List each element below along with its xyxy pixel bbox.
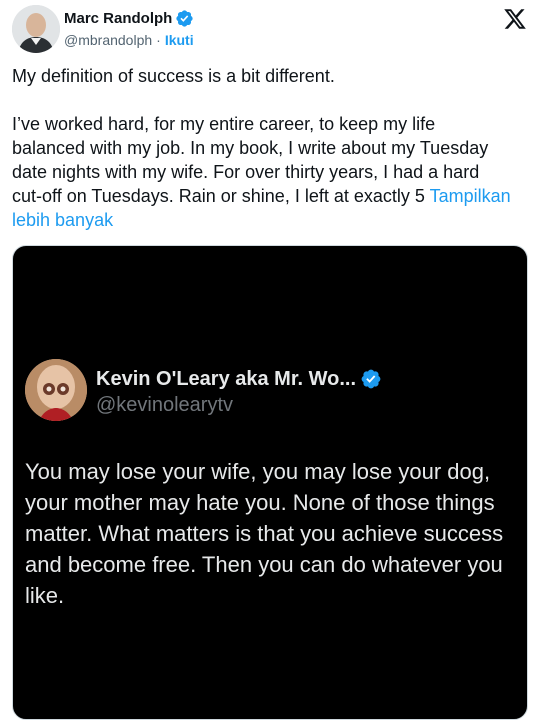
tweet-paragraph-2-text: I’ve worked hard, for my entire career, …: [12, 114, 489, 206]
tweet-paragraph-2: I’ve worked hard, for my entire career, …: [12, 112, 512, 232]
quoted-avatar-image: [25, 359, 87, 421]
author-name[interactable]: Marc Randolph: [64, 10, 172, 28]
separator-dot: ·: [156, 32, 161, 48]
author-avatar[interactable]: [12, 5, 60, 53]
tweet-paragraph-1: My definition of success is a bit differ…: [12, 66, 335, 86]
author-handle[interactable]: @mbrandolph: [64, 31, 152, 49]
quoted-tweet-image[interactable]: Kevin O'Leary aka Mr. Wo... @kevinoleary…: [12, 245, 528, 720]
follow-button[interactable]: Ikuti: [165, 31, 194, 49]
tweet-header: Marc Randolph @mbrandolph · Ikuti: [0, 0, 541, 60]
x-logo-icon[interactable]: [503, 7, 527, 31]
quoted-tweet-text: You may lose your wife, you may lose you…: [25, 459, 504, 608]
verified-badge-icon: [176, 10, 193, 27]
quoted-avatar: [25, 359, 87, 421]
tweet-text: My definition of success is a bit differ…: [12, 64, 512, 232]
quoted-author-name: Kevin O'Leary aka Mr. Wo...: [96, 368, 357, 390]
author-avatar-image: [12, 5, 60, 53]
verified-badge-icon: [361, 369, 381, 389]
quoted-author-handle: @kevinolearytv: [96, 394, 234, 416]
